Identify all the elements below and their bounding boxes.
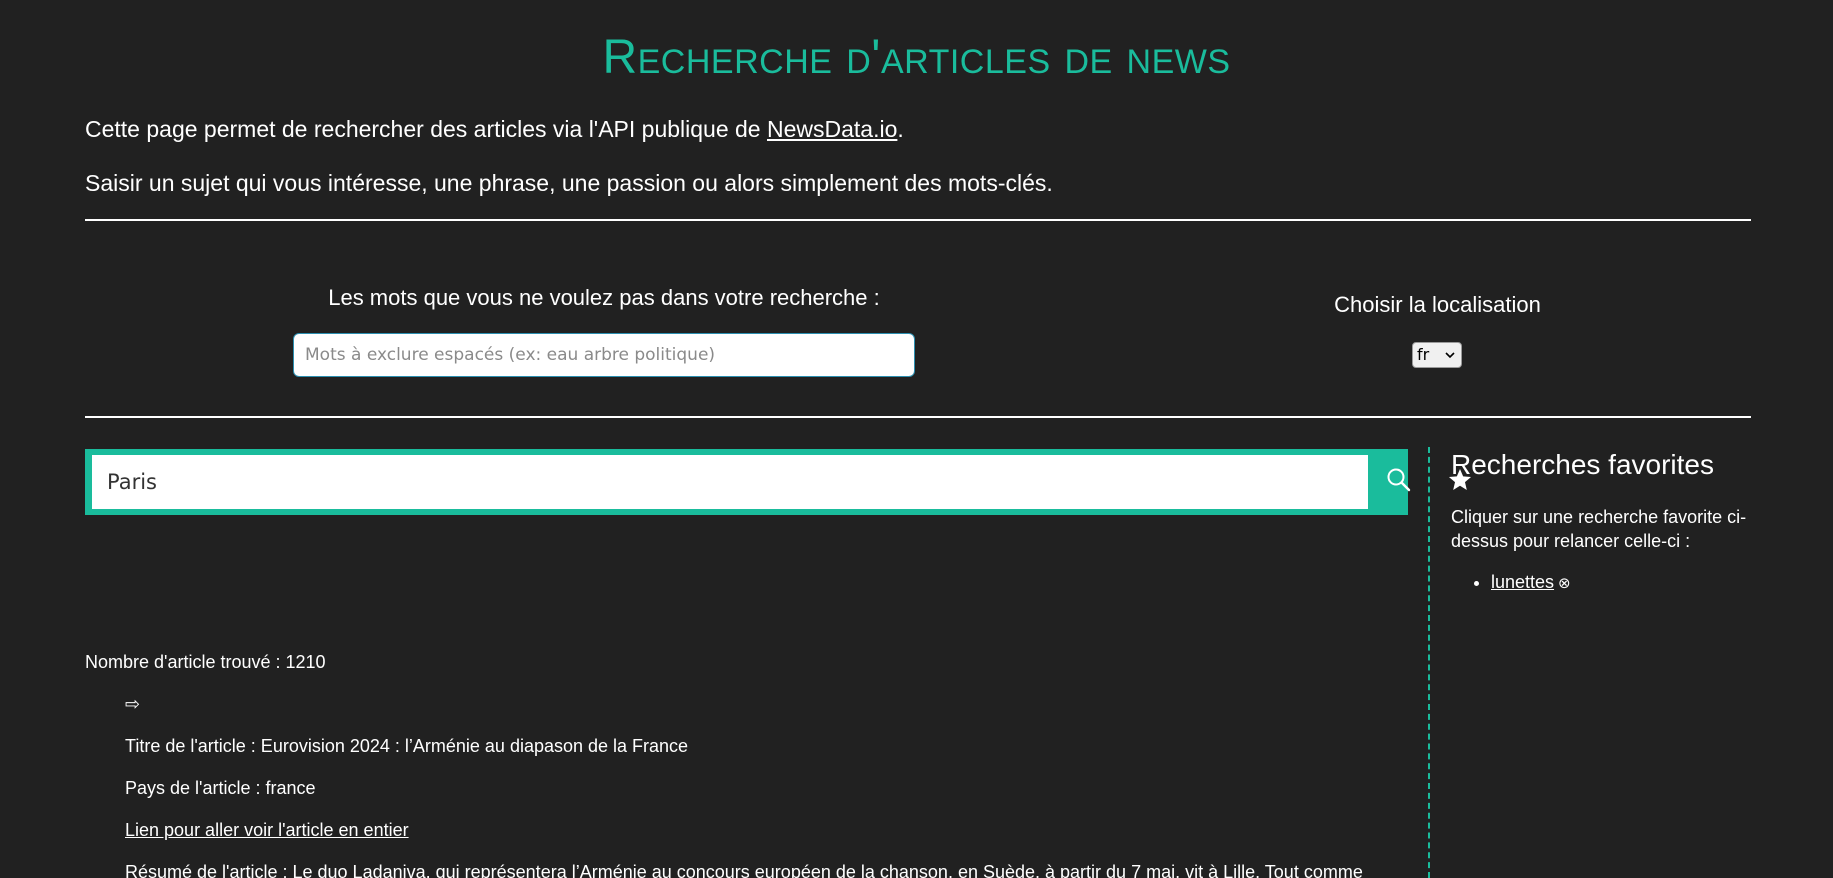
remove-favorite-icon[interactable]: ⊗ — [1558, 570, 1571, 598]
exclude-label: Les mots que vous ne voulez pas dans vot… — [328, 285, 880, 310]
article-summary: Résumé de l'article : Le duo Ladaniva, q… — [125, 862, 1363, 878]
search-button[interactable] — [1370, 455, 1428, 509]
location-select[interactable]: fr — [1412, 342, 1462, 368]
divider-top — [85, 219, 1751, 221]
favorites-description: Cliquer sur une recherche favorite ci-de… — [1451, 507, 1747, 551]
newsdata-link[interactable]: NewsData.io — [767, 116, 897, 142]
favorite-item: lunettes⊗ — [1491, 568, 1571, 598]
favorites-title: Recherches favorites — [1451, 449, 1715, 480]
article-country: Pays de l'article : france — [125, 778, 316, 798]
favorites-list: lunettes⊗ — [1451, 568, 1571, 598]
intro-text-suffix: . — [897, 116, 904, 142]
arrow-right-icon: ⇨ — [125, 694, 141, 714]
sidebar-divider — [1428, 447, 1430, 878]
intro-text: Cette page permet de rechercher des arti… — [85, 115, 904, 143]
search-bar — [85, 449, 1472, 515]
article-link[interactable]: Lien pour aller voir l'article en entier — [125, 820, 409, 840]
search-icon — [1386, 467, 1412, 498]
favorite-link[interactable]: lunettes — [1491, 572, 1554, 592]
intro-text-prefix: Cette page permet de rechercher des arti… — [85, 116, 767, 142]
location-label: Choisir la localisation — [1334, 292, 1541, 317]
results-count: Nombre d'article trouvé : 1210 — [85, 652, 326, 672]
page-title: Recherche d'articles de news — [602, 31, 1231, 84]
intro-instructions: Saisir un sujet qui vous intéresse, une … — [85, 170, 1053, 196]
location-selected-value: fr — [1417, 345, 1430, 364]
chevron-down-icon — [1445, 343, 1455, 376]
exclude-words-input[interactable] — [293, 333, 915, 377]
search-input[interactable] — [92, 455, 1368, 509]
divider-middle — [85, 416, 1751, 418]
article-title: Titre de l'article : Eurovision 2024 : l… — [125, 736, 689, 756]
page: Recherche d'articles de news Cette page … — [0, 0, 1833, 878]
